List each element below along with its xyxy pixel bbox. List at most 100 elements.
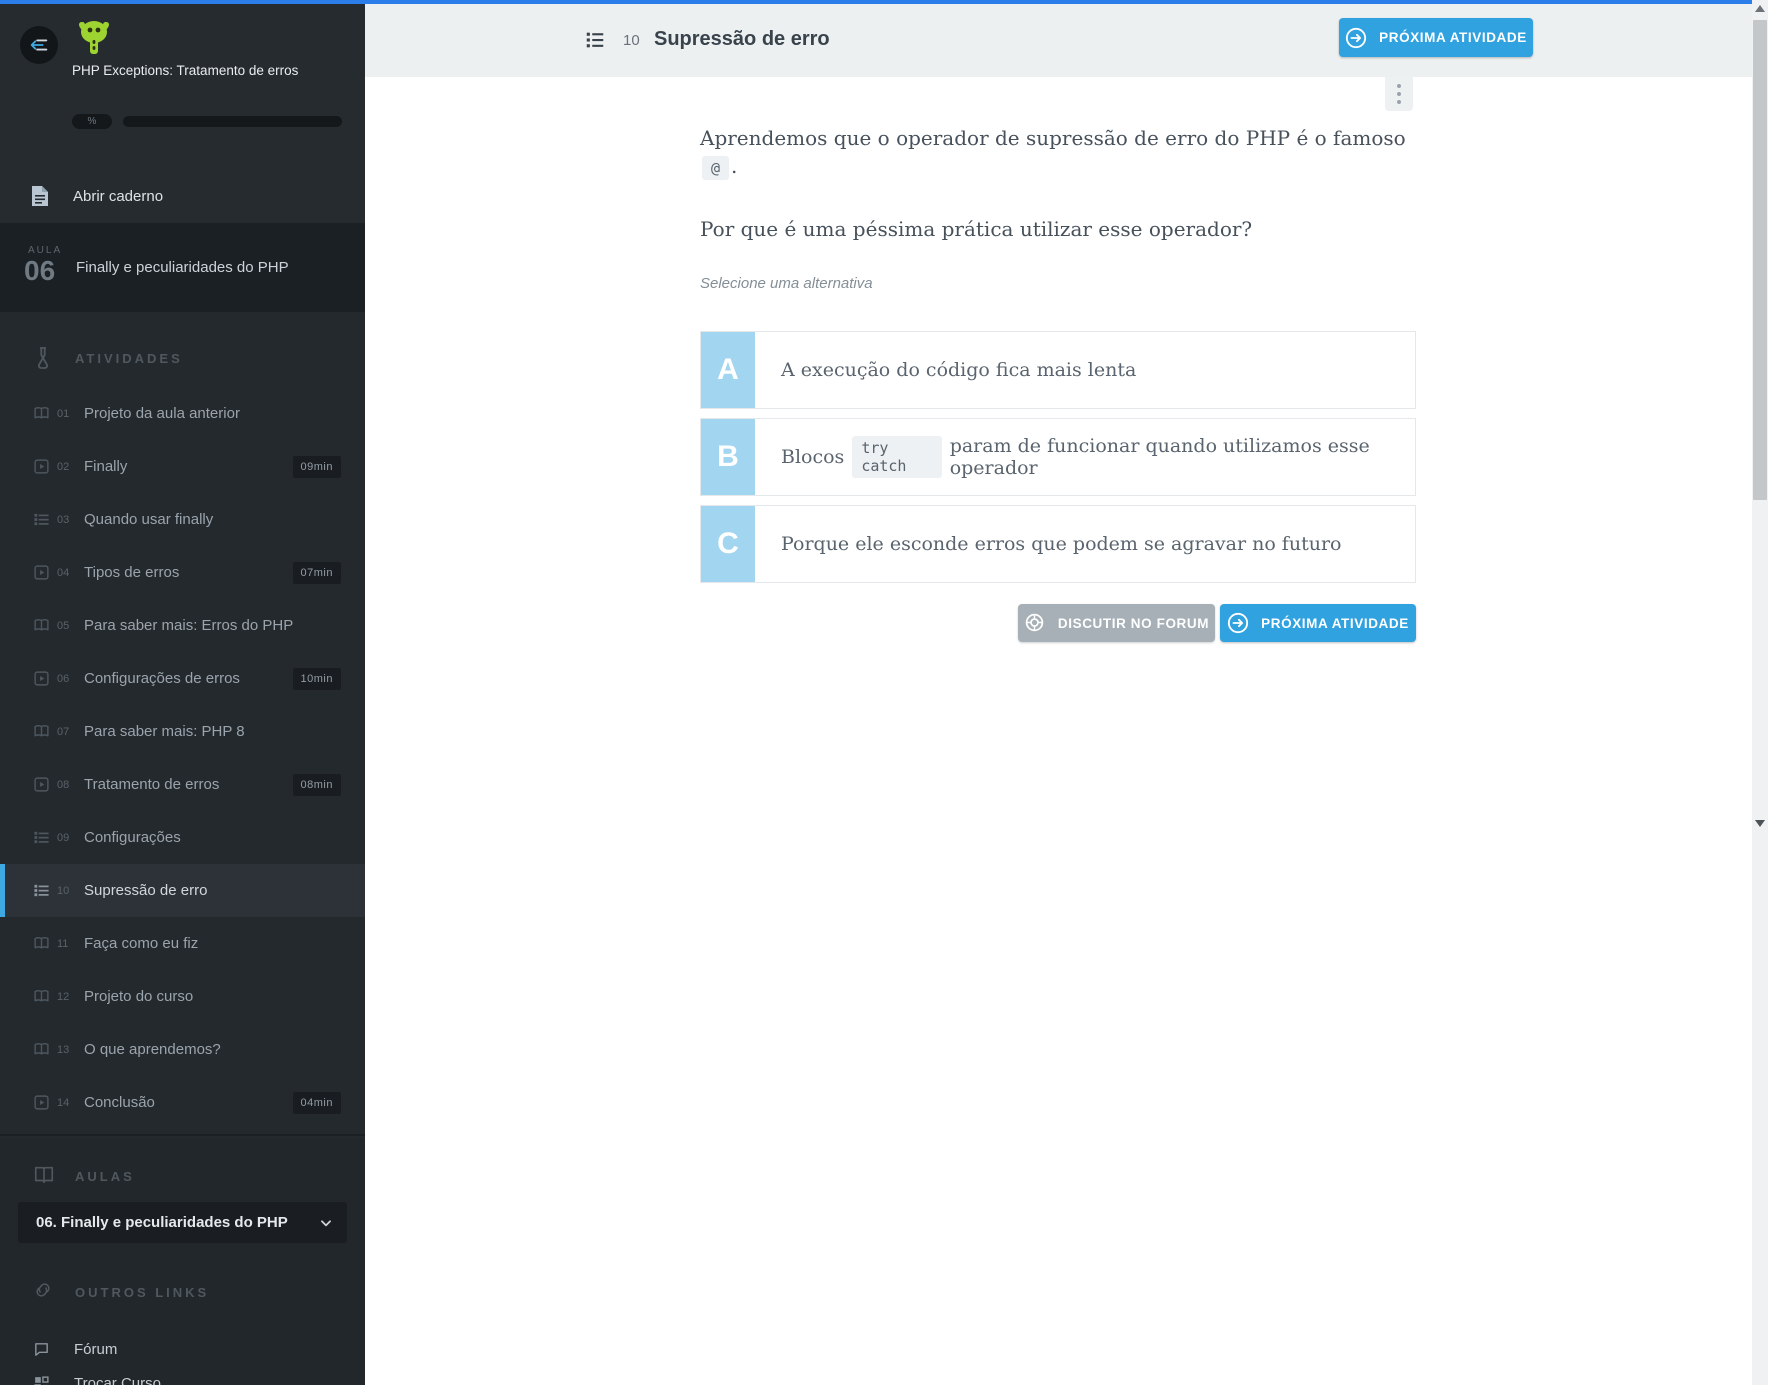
- activities-section-label: ATIVIDADES: [75, 351, 183, 366]
- sidebar-item-configuracoes[interactable]: 09 Configurações: [0, 811, 365, 864]
- list-icon: [33, 882, 50, 899]
- alternative-text: Blocos: [781, 446, 844, 468]
- alternative-b[interactable]: B Blocos try catch param de funcionar qu…: [700, 418, 1416, 496]
- course-title: PHP Exceptions: Tratamento de erros: [72, 62, 302, 79]
- video-icon: [33, 458, 50, 475]
- activities-section: ATIVIDADES 01 Projeto da aula anterior 0…: [0, 312, 365, 1136]
- video-icon: [33, 564, 50, 581]
- sidebar: PHP Exceptions: Tratamento de erros % Ab…: [0, 4, 365, 1385]
- top-accent-bar: [0, 0, 1752, 4]
- sidebar-item-supressao-de-erro[interactable]: 10 Supressão de erro: [0, 864, 365, 917]
- next-activity-button-top[interactable]: PRÓXIMA ATIVIDADE: [1339, 18, 1533, 57]
- scrollbar-down-arrow-icon[interactable]: [1755, 820, 1765, 827]
- duration-badge: 10min: [293, 668, 341, 690]
- book-icon: [33, 988, 50, 1005]
- forum-lifebuoy-icon: [1024, 612, 1046, 634]
- sidebar-item-para-saber-mais-php-8[interactable]: 07 Para saber mais: PHP 8: [0, 705, 365, 758]
- duration-badge: 04min: [293, 1092, 341, 1114]
- book-icon: [33, 1041, 50, 1058]
- list-icon: [33, 511, 50, 528]
- question-prompt: Por que é uma péssima prática utilizar e…: [700, 215, 1416, 243]
- book-icon: [33, 723, 50, 740]
- main-content: 10 Supressão de erro PRÓXIMA ATIVIDADE A…: [365, 4, 1752, 1385]
- lesson-select-dropdown[interactable]: 06. Finally e peculiaridades do PHP: [18, 1202, 347, 1243]
- progress-bar: [123, 116, 342, 127]
- inline-code-chip: @: [702, 156, 729, 180]
- alternatives-list: A A execução do código fica mais lenta B…: [700, 331, 1416, 583]
- collapse-sidebar-button[interactable]: [20, 26, 58, 64]
- next-activity-label: PRÓXIMA ATIVIDADE: [1379, 30, 1527, 45]
- sidebar-link-forum[interactable]: Fórum: [0, 1332, 365, 1366]
- scrollbar[interactable]: [1752, 0, 1768, 1385]
- chevron-down-icon: [319, 1216, 333, 1230]
- alternative-c[interactable]: C Porque ele esconde erros que podem se …: [700, 505, 1416, 583]
- arrow-circle-icon: [1227, 612, 1249, 634]
- question-intro: Aprendemos que o operador de supressão d…: [700, 124, 1416, 182]
- flask-icon: [33, 346, 53, 370]
- sidebar-link-trocar-curso[interactable]: Trocar Curso: [0, 1366, 365, 1385]
- open-notebook-label: Abrir caderno: [73, 188, 163, 205]
- alternative-text: Porque ele esconde erros que podem se ag…: [781, 533, 1341, 555]
- link-icon: [33, 1280, 53, 1304]
- alternative-letter: C: [701, 506, 755, 582]
- activity-number: 10: [623, 32, 640, 49]
- sidebar-item-tipos-de-erros[interactable]: 04 Tipos de erros 07min: [0, 546, 365, 599]
- question-panel: Aprendemos que o operador de supressão d…: [700, 124, 1416, 642]
- video-icon: [33, 670, 50, 687]
- chat-icon: [33, 1341, 50, 1358]
- screen: PHP Exceptions: Tratamento de erros % Ab…: [0, 0, 1768, 1385]
- aulas-section-label: AULAS: [75, 1169, 135, 1184]
- duration-badge: 08min: [293, 774, 341, 796]
- list-icon: [33, 829, 50, 846]
- kebab-menu-button[interactable]: [1385, 77, 1413, 111]
- alternative-text: param de funcionar quando utilizamos ess…: [950, 435, 1401, 479]
- video-icon: [33, 1094, 50, 1111]
- activity-type-list-icon: [584, 28, 606, 52]
- arrow-circle-icon: [1345, 27, 1367, 49]
- sidebar-item-para-saber-mais-erros-do-php[interactable]: 05 Para saber mais: Erros do PHP: [0, 599, 365, 652]
- question-intro-text: Aprendemos que o operador de supressão d…: [700, 126, 1406, 150]
- content-header: 10 Supressão de erro PRÓXIMA ATIVIDADE: [365, 4, 1752, 77]
- question-actions: DISCUTIR NO FORUM PRÓXIMA ATIVIDADE: [700, 604, 1416, 642]
- discuss-forum-button[interactable]: DISCUTIR NO FORUM: [1018, 604, 1215, 642]
- video-icon: [33, 776, 50, 793]
- scrollbar-thumb[interactable]: [1753, 20, 1767, 500]
- alternative-letter: B: [701, 419, 755, 495]
- aulas-section-header: AULAS: [0, 1162, 365, 1190]
- alternative-a[interactable]: A A execução do código fica mais lenta: [700, 331, 1416, 409]
- book-icon: [33, 617, 50, 634]
- next-activity-button-bottom[interactable]: PRÓXIMA ATIVIDADE: [1220, 604, 1416, 642]
- book-icon: [33, 405, 50, 422]
- kebab-icon: [1397, 84, 1401, 88]
- sidebar-item-tratamento-de-erros[interactable]: 08 Tratamento de erros 08min: [0, 758, 365, 811]
- other-links-section: OUTROS LINKS Fórum Trocar Curso: [0, 1278, 365, 1385]
- current-lesson-banner: AULA 06 Finally e peculiaridades do PHP: [0, 223, 365, 312]
- sidebar-item-faca-como-eu-fiz[interactable]: 11 Faça como eu fiz: [0, 917, 365, 970]
- scrollbar-up-arrow-icon[interactable]: [1755, 5, 1765, 12]
- sidebar-item-finally[interactable]: 02 Finally 09min: [0, 440, 365, 493]
- lesson-select-value: 06. Finally e peculiaridades do PHP: [36, 1214, 319, 1231]
- grid-icon: [33, 1375, 50, 1385]
- other-links-label: OUTROS LINKS: [75, 1285, 209, 1300]
- alternative-text: A execução do código fica mais lenta: [781, 359, 1136, 381]
- duration-badge: 09min: [293, 456, 341, 478]
- activities-list: 01 Projeto da aula anterior 02 Finally 0…: [0, 387, 365, 1129]
- aulas-section: AULAS 06. Finally e peculiaridades do PH…: [0, 1138, 365, 1278]
- sidebar-item-projeto-da-aula-anterior[interactable]: 01 Projeto da aula anterior: [0, 387, 365, 440]
- sidebar-item-configuracoes-de-erros[interactable]: 06 Configurações de erros 10min: [0, 652, 365, 705]
- inline-code-chip: try catch: [852, 436, 941, 478]
- other-links-header: OUTROS LINKS: [0, 1278, 365, 1306]
- sidebar-item-projeto-do-curso[interactable]: 12 Projeto do curso: [0, 970, 365, 1023]
- alternative-letter: A: [701, 332, 755, 408]
- sidebar-item-quando-usar-finally[interactable]: 03 Quando usar finally: [0, 493, 365, 546]
- next-activity-label: PRÓXIMA ATIVIDADE: [1261, 616, 1409, 631]
- sidebar-item-o-que-aprendemos[interactable]: 13 O que aprendemos?: [0, 1023, 365, 1076]
- document-icon: [31, 185, 49, 207]
- open-notebook-link[interactable]: Abrir caderno: [0, 176, 365, 216]
- open-book-icon: [33, 1164, 53, 1188]
- duration-badge: 07min: [293, 562, 341, 584]
- progress-percent-badge: %: [72, 114, 112, 129]
- lesson-number: 06: [24, 255, 55, 287]
- sidebar-item-conclusao[interactable]: 14 Conclusão 04min: [0, 1076, 365, 1129]
- discuss-forum-label: DISCUTIR NO FORUM: [1058, 616, 1209, 631]
